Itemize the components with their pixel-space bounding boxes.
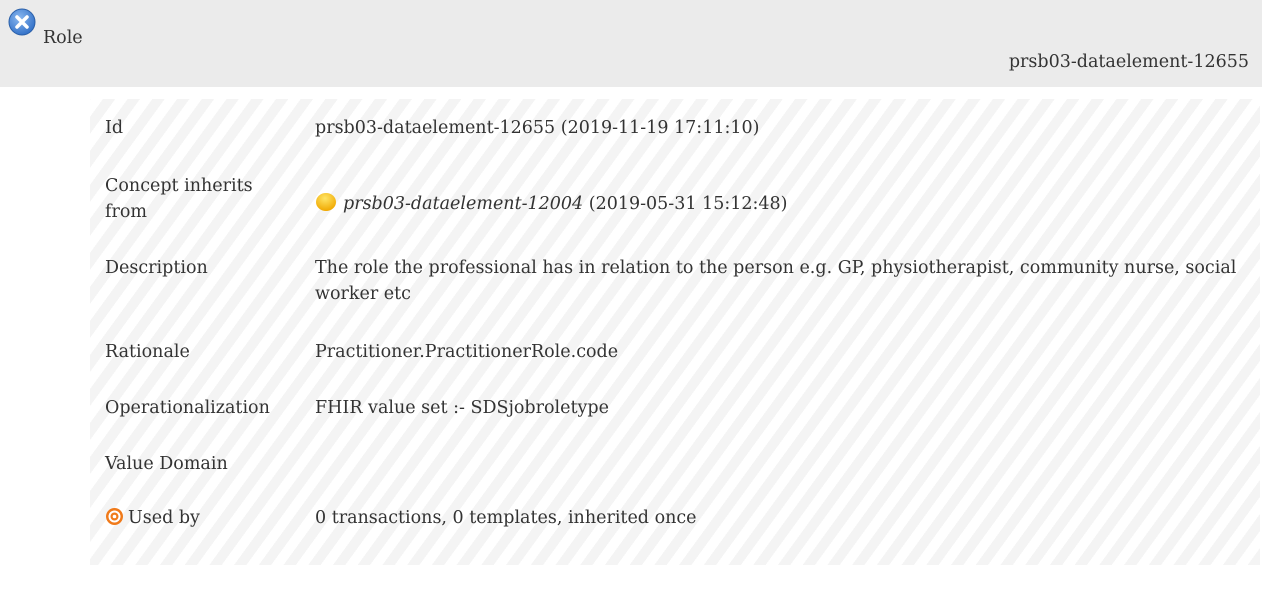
row-description: Description The role the professional ha… [90, 251, 1260, 309]
used-by-value: 0 transactions, 0 templates, inherited o… [315, 508, 697, 528]
id-label: Id [105, 118, 124, 138]
status-dot-icon [316, 193, 336, 211]
used-by-label-wrap: Used by [105, 505, 290, 531]
row-rationale: Rationale Practitioner.PractitionerRole.… [90, 335, 1260, 371]
row-operationalization: Operationalization FHIR value set :- SDS… [90, 391, 1260, 427]
inherits-label: Concept inherits from [105, 176, 253, 222]
header-element-id: prsb03-dataelement-12655 [1008, 52, 1249, 72]
description-value: The role the professional has in relatio… [315, 258, 1237, 304]
detail-panel: Id prsb03-dataelement-12655 (2019-11-19 … [90, 99, 1260, 565]
value-domain-label: Value Domain [105, 454, 228, 474]
id-value: prsb03-dataelement-12655 (2019-11-19 17:… [315, 118, 760, 138]
operationalization-label: Operationalization [105, 398, 270, 418]
operationalization-value: FHIR value set :- SDSjobroletype [315, 398, 609, 418]
target-icon [106, 508, 123, 525]
inherits-date: (2019-05-31 15:12:48) [588, 194, 788, 214]
used-by-label: Used by [128, 508, 200, 528]
description-label: Description [105, 258, 208, 278]
row-inherits: Concept inherits from prsb03-dataelement… [90, 169, 1260, 229]
header-bar: Role prsb03-dataelement-12655 [0, 0, 1262, 87]
inherits-link[interactable]: prsb03-dataelement-12004 [343, 194, 583, 214]
inherits-value: prsb03-dataelement-12004 (2019-05-31 15:… [315, 191, 1255, 217]
row-value-domain: Value Domain [90, 447, 1260, 483]
row-id: Id prsb03-dataelement-12655 (2019-11-19 … [90, 111, 1260, 147]
rationale-label: Rationale [105, 342, 190, 362]
row-used-by: Used by 0 transactions, 0 templates, inh… [90, 501, 1260, 537]
close-icon[interactable] [8, 8, 36, 36]
rationale-value: Practitioner.PractitionerRole.code [315, 342, 619, 362]
page-title: Role [43, 28, 83, 48]
